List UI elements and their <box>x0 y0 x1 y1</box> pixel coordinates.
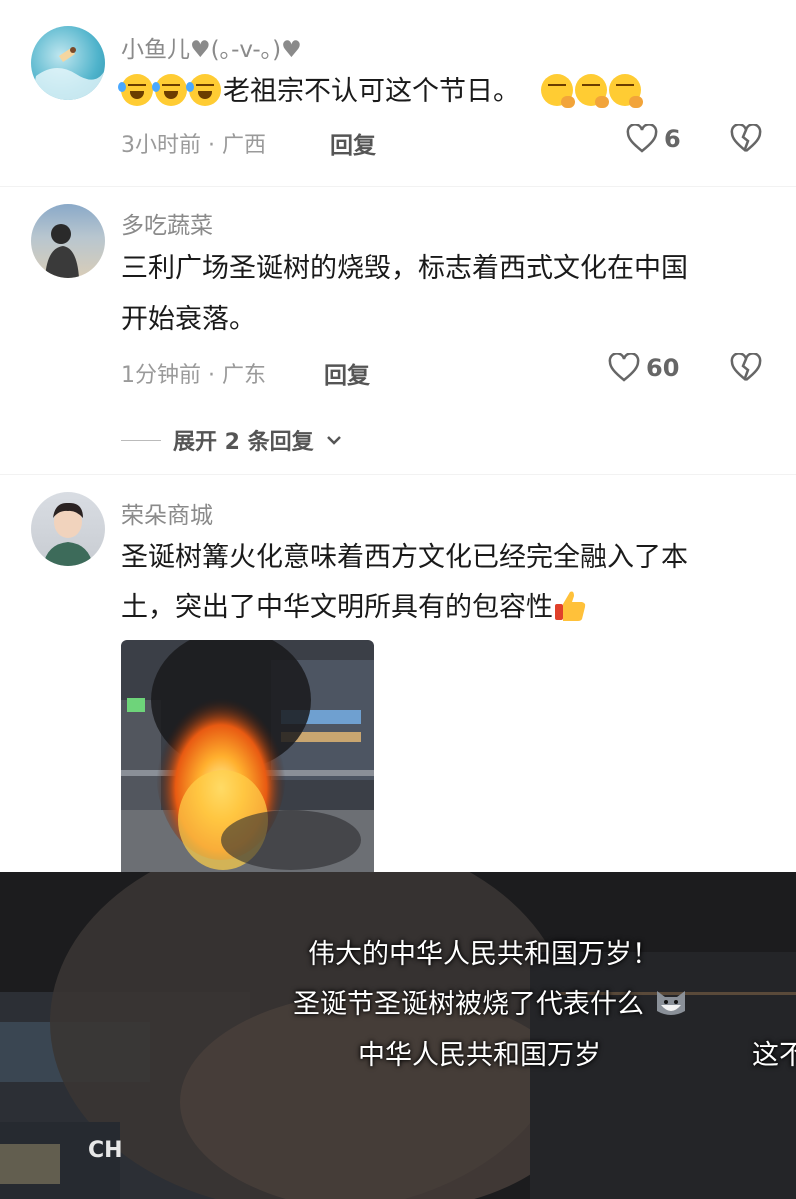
time-location: 3小时前 · 广西 <box>121 133 266 158</box>
comment-text: 老祖宗不认可这个节日。 <box>118 70 643 114</box>
heart-icon <box>626 124 658 153</box>
person-portrait-avatar-icon <box>43 502 93 566</box>
divider <box>0 474 796 475</box>
surf-ocean-avatar-icon <box>31 47 105 100</box>
burning-christmas-tree-photo-image <box>121 640 374 872</box>
expand-line <box>121 439 161 441</box>
comment-text-line-2: 土，突出了中华文明所具有的包容性 <box>121 586 587 630</box>
username[interactable]: 荣朵商城 <box>121 496 213 530</box>
dislike-button[interactable] <box>730 123 762 158</box>
expand-replies-button[interactable]: 展开 2 条回复 <box>121 424 342 456</box>
comment-text-line-2-content: 土，突出了中华文明所具有的包容性 <box>121 592 553 623</box>
comment-text-line-1: 三利广场圣诞树的烧毁，标志着西式文化在中国 <box>121 253 688 284</box>
subtitle-line-2-text: 圣诞节圣诞树被烧了代表什么 <box>293 989 644 1020</box>
broken-heart-icon <box>730 123 762 152</box>
subtitle-line-1: 伟大的中华人民共和国万岁！ <box>308 939 659 970</box>
avatar[interactable] <box>31 492 105 566</box>
storefront-sign: CH <box>88 1138 123 1163</box>
reply-button[interactable]: 回复 <box>324 356 370 390</box>
avatar[interactable] <box>31 204 105 278</box>
hand-over-mouth-emoji-icon <box>608 74 643 108</box>
comment-text-line-2: 开始衰落。 <box>121 304 256 335</box>
avatar[interactable] <box>31 26 105 100</box>
reply-button[interactable]: 回复 <box>330 126 376 160</box>
hand-over-mouth-emoji-icon <box>540 74 575 108</box>
username[interactable]: 多吃蔬菜 <box>121 206 213 240</box>
burning-christmas-tree-photo[interactable] <box>121 640 374 872</box>
like-button[interactable]: 60 <box>608 353 679 383</box>
cat-face-sticker-icon <box>656 991 685 1015</box>
like-count: 6 <box>664 125 681 153</box>
laughing-tears-emoji-icon <box>152 74 187 106</box>
comment-1: 小鱼儿♥(｡-v-｡)♥ 老祖宗不认可这个节日。 3小时前 · 广西 回复 6 <box>0 0 796 185</box>
time-location: 1分钟前 · 广东 <box>121 363 266 388</box>
dislike-button[interactable] <box>730 352 762 387</box>
subtitle-line-3-overflow: 这不 <box>752 1040 796 1071</box>
like-count: 60 <box>646 354 680 382</box>
subtitle-line-3: 中华人民共和国万岁 <box>358 1040 601 1071</box>
hand-over-mouth-emoji-icon <box>574 74 609 108</box>
subtitle-line-2: 圣诞节圣诞树被烧了代表什么 <box>293 982 689 1021</box>
person-beach-avatar-icon <box>45 224 79 278</box>
heart-icon <box>608 353 640 382</box>
comment-3: 荣朵商城 圣诞树篝火化意味着西方文化已经完全融入了本 土，突出了中华文明所具有的… <box>0 480 796 872</box>
comment-text-content: 老祖宗不认可这个节日。 <box>223 76 520 107</box>
divider <box>0 186 796 187</box>
expand-replies-label: 展开 2 条回复 <box>173 430 314 455</box>
comment-2: 多吃蔬菜 三利广场圣诞树的烧毁，标志着西式文化在中国 开始衰落。 1分钟前 · … <box>0 190 796 480</box>
username[interactable]: 小鱼儿♥(｡-v-｡)♥ <box>121 30 302 64</box>
thumbs-up-emoji-icon <box>555 591 586 621</box>
broken-heart-icon <box>730 352 762 381</box>
like-button[interactable]: 6 <box>626 124 681 154</box>
laughing-tears-emoji-icon <box>118 74 153 106</box>
comment-text-line-1: 圣诞树篝火化意味着西方文化已经完全融入了本 <box>121 542 688 573</box>
video-frame[interactable]: CH 伟大的中华人民共和国万岁！ 圣诞节圣诞树被烧了代表什么 中华人民共和国万岁… <box>0 872 796 1199</box>
laughing-tears-emoji-icon <box>186 74 221 106</box>
chevron-down-icon <box>326 436 341 445</box>
